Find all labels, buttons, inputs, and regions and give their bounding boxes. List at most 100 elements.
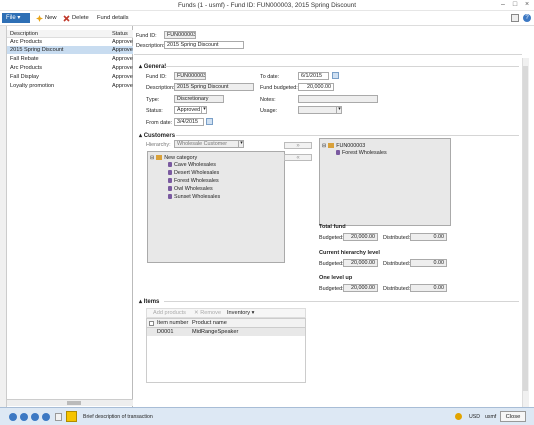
- row-status: Approve: [112, 83, 133, 89]
- notes-field[interactable]: [298, 95, 378, 103]
- description-label: Description:: [136, 43, 165, 49]
- tree-node[interactable]: Desert Wholesales: [168, 169, 219, 176]
- current-distributed-field[interactable]: 0.00: [410, 259, 447, 267]
- customers-section-title[interactable]: ▴ Customers: [139, 132, 175, 139]
- row-description: Fall Rebate: [10, 56, 39, 62]
- from-date-field[interactable]: 3/4/2015: [174, 118, 204, 126]
- hierarchy-select[interactable]: Wholesale Customer: [174, 140, 244, 148]
- edit-icon[interactable]: [66, 411, 77, 422]
- delete-button[interactable]: Delete: [63, 14, 89, 23]
- collapse-icon[interactable]: ⊟: [322, 143, 326, 149]
- file-label: File: [6, 15, 16, 21]
- section-line: [164, 66, 519, 67]
- description-field[interactable]: 2015 Spring Discount: [164, 41, 244, 49]
- node-label: Forest Wholesales: [342, 149, 387, 156]
- list-item-selected[interactable]: 2015 Spring Discount Approve: [7, 46, 133, 54]
- row-description: Loyalty promotion: [10, 83, 55, 89]
- inventory-menu-button[interactable]: Inventory ▾: [227, 310, 254, 316]
- node-label: Cave Wholesales: [174, 161, 216, 168]
- list-item[interactable]: Fall Display Approve: [7, 73, 133, 81]
- tree-node[interactable]: Forest Wholesales: [336, 149, 387, 156]
- customer-icon: [168, 162, 172, 167]
- current-budgeted-label: Budgeted:: [319, 261, 344, 267]
- remove-button[interactable]: ✕ Remove: [194, 310, 221, 316]
- node-label: Sunset Wholesales: [174, 193, 221, 200]
- tree-category[interactable]: ⊟ New category: [150, 154, 197, 161]
- list-horizontal-scrollbar[interactable]: [7, 399, 133, 406]
- attachments-icon[interactable]: [55, 413, 62, 421]
- list-item[interactable]: Arc Products Approve: [7, 64, 133, 72]
- type-label: Type:: [146, 97, 160, 103]
- customer-icon: [336, 150, 340, 155]
- fund-customers-tree[interactable]: ⊟ FUN000003 Forest Wholesales: [319, 138, 451, 226]
- tree-node[interactable]: Cave Wholesales: [168, 161, 216, 168]
- close-button[interactable]: Close: [500, 411, 526, 422]
- collapse-icon[interactable]: ⊟: [150, 155, 154, 161]
- calendar-icon[interactable]: [206, 118, 213, 125]
- customer-icon: [168, 178, 172, 183]
- up-budgeted-field[interactable]: 20,000.00: [343, 284, 378, 292]
- list-item[interactable]: Arc Products Approve: [7, 38, 133, 46]
- list-header: Description Status: [7, 30, 133, 38]
- fund-budgeted-field[interactable]: 20,000.00: [298, 83, 334, 91]
- chevron-down-icon[interactable]: ▾: [336, 106, 342, 114]
- tree-root[interactable]: ⊟ FUN000003: [322, 142, 365, 149]
- row-description: 2015 Spring Discount: [10, 47, 64, 53]
- last-record-icon[interactable]: [42, 413, 50, 421]
- add-customer-button[interactable]: »: [284, 142, 312, 149]
- up-distributed-field[interactable]: 0.00: [410, 284, 447, 292]
- first-record-icon[interactable]: [9, 413, 17, 421]
- fund-details-button[interactable]: Fund details: [97, 14, 129, 23]
- g-description-label: Description:: [146, 85, 175, 91]
- current-budgeted-field[interactable]: 20,000.00: [343, 259, 378, 267]
- file-menu-button[interactable]: File ▾: [2, 13, 30, 23]
- status-value: Approved: [177, 107, 201, 113]
- up-budgeted-label: Budgeted:: [319, 286, 344, 292]
- tree-node[interactable]: Owl Wholesales: [168, 185, 213, 192]
- view-toggle-icon[interactable]: [511, 14, 519, 22]
- g-description-field[interactable]: 2015 Spring Discount: [174, 83, 254, 91]
- available-customers-tree[interactable]: ⊟ New category Cave Wholesales Desert Wh…: [147, 151, 285, 263]
- next-record-icon[interactable]: [31, 413, 39, 421]
- tree-node[interactable]: Forest Wholesales: [168, 177, 219, 184]
- notification-icon[interactable]: [455, 413, 462, 420]
- remove-customer-button[interactable]: «: [284, 154, 312, 161]
- scroll-thumb[interactable]: [523, 66, 528, 391]
- add-products-button[interactable]: Add products: [153, 310, 186, 316]
- table-row[interactable]: D0001 MidRangeSpeaker: [147, 328, 305, 336]
- chevron-down-icon[interactable]: ▾: [201, 106, 207, 114]
- notes-label: Notes:: [260, 97, 276, 103]
- total-budgeted-field[interactable]: 20,000.00: [343, 233, 378, 241]
- minimize-icon[interactable]: –: [497, 1, 509, 9]
- help-icon[interactable]: ?: [523, 14, 531, 22]
- col-item-number: Item number: [157, 320, 189, 326]
- general-section-title[interactable]: ▴ General: [139, 63, 166, 70]
- total-distributed-field[interactable]: 0.00: [410, 233, 447, 241]
- list-item[interactable]: Loyalty promotion Approve: [7, 82, 133, 90]
- calendar-icon[interactable]: [332, 72, 339, 79]
- fund-icon: [328, 143, 335, 148]
- chevron-down-icon[interactable]: ▾: [238, 140, 244, 148]
- current-level-title: Current hierarchy level: [319, 250, 380, 256]
- g-fund-id-field[interactable]: FUN000003: [174, 72, 206, 80]
- g-fund-id-label: Fund ID:: [146, 74, 167, 80]
- customer-icon: [168, 170, 172, 175]
- factbox-strip: [0, 26, 7, 407]
- item-number: D0001: [157, 329, 174, 335]
- items-section-title[interactable]: ▴ Items: [139, 298, 159, 305]
- tree-node[interactable]: Sunset Wholesales: [168, 193, 220, 200]
- scroll-thumb[interactable]: [67, 401, 81, 405]
- maximize-icon[interactable]: □: [509, 1, 521, 9]
- new-button[interactable]: New: [36, 14, 57, 23]
- select-all-checkbox[interactable]: [149, 321, 154, 326]
- hierarchy-label: Hierarchy:: [146, 142, 171, 148]
- list-item[interactable]: Fall Rebate Approve: [7, 55, 133, 63]
- row-description: Arc Products: [10, 65, 43, 71]
- previous-record-icon[interactable]: [20, 413, 28, 421]
- close-window-icon[interactable]: ×: [521, 1, 533, 9]
- fund-id-field[interactable]: FUN000003: [164, 31, 196, 39]
- type-field[interactable]: Discretionary: [174, 95, 224, 103]
- action-pane: File ▾ New Delete Fund details ?: [0, 11, 534, 26]
- fund-list: Description Status Arc Products Approve 2…: [7, 26, 133, 407]
- to-date-field[interactable]: 6/1/2015: [298, 72, 329, 80]
